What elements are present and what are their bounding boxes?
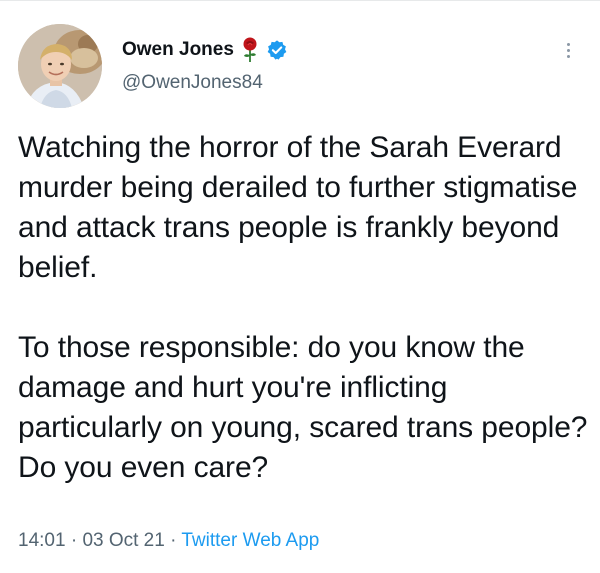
- verified-badge-icon: [266, 39, 288, 61]
- tweet-time[interactable]: 14:01: [18, 530, 66, 551]
- avatar[interactable]: [18, 24, 102, 108]
- tweet-paragraph-2: To those responsible: do you know the da…: [18, 331, 588, 484]
- display-name[interactable]: Owen Jones: [122, 39, 234, 61]
- more-options-icon[interactable]: [556, 36, 580, 64]
- tweet-source-link[interactable]: Twitter Web App: [181, 530, 319, 551]
- avatar-image: [18, 24, 102, 108]
- author-handle[interactable]: @OwenJones84: [122, 72, 263, 94]
- meta-separator: ·: [164, 530, 182, 551]
- tweet-paragraph-1: Watching the horror of the Sarah Everard…: [18, 131, 578, 284]
- tweet-text: Watching the horror of the Sarah Everard…: [18, 128, 588, 488]
- author-name-row: Owen Jones: [122, 36, 288, 64]
- top-divider: [0, 0, 600, 1]
- meta-separator: ·: [65, 530, 83, 551]
- tweet-meta: 14:01 · 03 Oct 21 · Twitter Web App: [18, 530, 319, 552]
- rose-icon: [242, 37, 258, 63]
- tweet-date[interactable]: 03 Oct 21: [82, 530, 164, 551]
